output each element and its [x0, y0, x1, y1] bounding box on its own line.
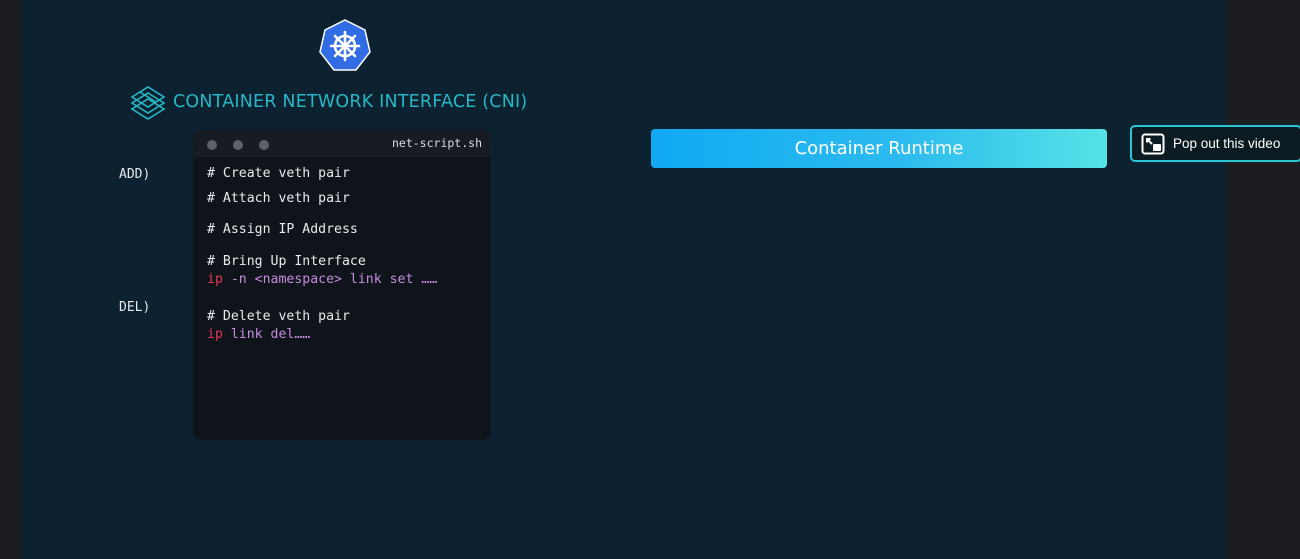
terminal-title-bar: net-script.sh: [193, 130, 491, 157]
video-stage[interactable]: CONTAINER NETWORK INTERFACE (CNI) ADD) D…: [21, 0, 1226, 559]
container-runtime-box: Container Runtime: [651, 129, 1107, 168]
cni-heading: CONTAINER NETWORK INTERFACE (CNI): [129, 82, 527, 122]
window-dot-icon: [233, 140, 243, 150]
code-args: -n <namespace> link set ……: [222, 272, 438, 287]
code-keyword: ip: [207, 327, 223, 342]
code-comment-bringup: # Bring Up Interface: [207, 254, 366, 269]
kubernetes-helm-icon: [319, 19, 371, 71]
cni-layers-icon: [130, 86, 166, 120]
cni-title: CONTAINER NETWORK INTERFACE (CNI): [173, 92, 528, 112]
picture-in-picture-icon: [1141, 133, 1165, 154]
code-comment-create: # Create veth pair: [207, 166, 350, 181]
window-dot-icon: [259, 140, 269, 150]
window-dot-icon: [207, 140, 217, 150]
code-comment-attach: # Attach veth pair: [207, 191, 350, 206]
add-label: ADD): [119, 167, 151, 182]
terminal-filename: net-script.sh: [391, 136, 482, 150]
del-label: DEL): [119, 300, 151, 315]
code-comment-assign: # Assign IP Address: [207, 222, 358, 237]
code-comment-delete: # Delete veth pair: [207, 309, 350, 324]
pop-out-video-button[interactable]: Pop out this video: [1130, 125, 1300, 162]
code-command-link-set: ip -n <namespace> link set ……: [207, 272, 437, 287]
pop-out-label: Pop out this video: [1173, 136, 1281, 151]
code-keyword: ip: [207, 272, 223, 287]
script-terminal: net-script.sh # Create veth pair # Attac…: [193, 130, 491, 440]
code-args: link del……: [222, 327, 311, 342]
code-command-link-del: ip link del……: [207, 327, 310, 342]
